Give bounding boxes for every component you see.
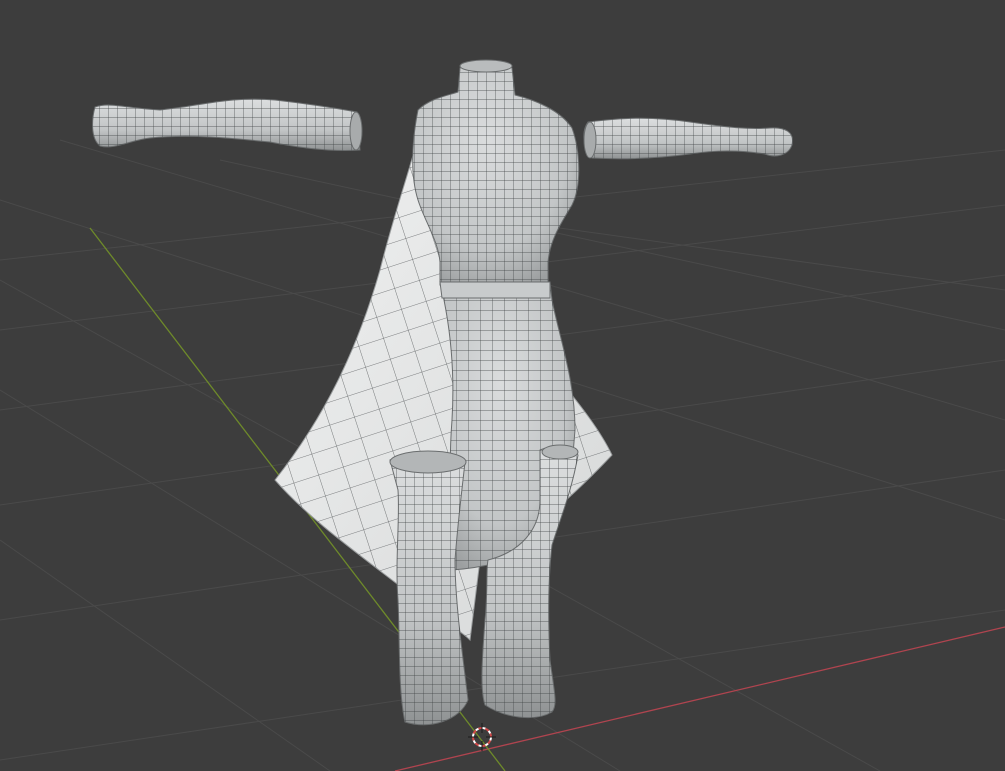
left-arm-mesh[interactable] (92, 98, 363, 152)
3d-viewport[interactable] (0, 0, 1005, 771)
viewport-canvas[interactable] (0, 0, 1005, 771)
torso-mesh[interactable] (412, 59, 580, 286)
left-boot-mesh[interactable] (389, 450, 469, 726)
right-arm-mesh[interactable] (583, 117, 794, 160)
